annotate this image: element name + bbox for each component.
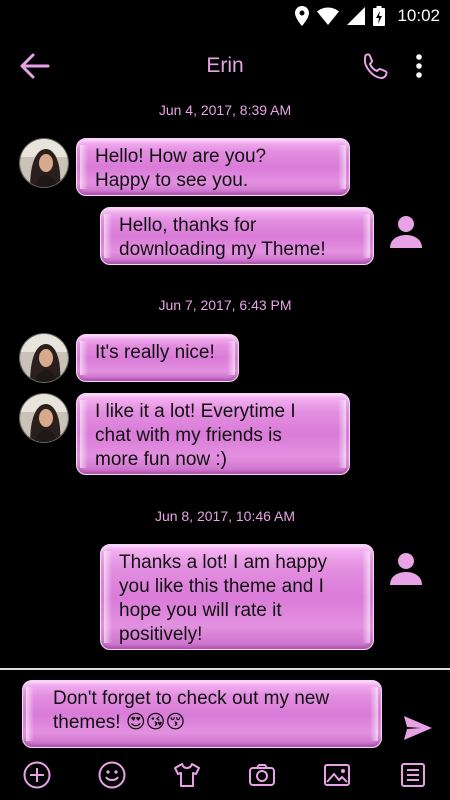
user-avatar-icon <box>390 216 422 248</box>
contact-photo-icon <box>20 394 68 442</box>
message-input-line: themes! 😍😘😚 <box>53 712 186 733</box>
cell-signal-icon <box>347 7 366 25</box>
contact-photo-icon <box>20 334 68 382</box>
contact-avatar[interactable] <box>19 333 69 383</box>
camera-icon[interactable] <box>247 760 277 790</box>
status-time: 10:02 <box>397 6 440 25</box>
contact-photo-icon <box>20 139 68 187</box>
phone-icon[interactable] <box>362 52 388 80</box>
status-bar: 10:02 <box>0 0 450 32</box>
contact-avatar[interactable] <box>19 138 69 188</box>
more-options-icon[interactable] <box>410 52 428 80</box>
date-separator: Jun 4, 2017, 8:39 AM <box>158 102 292 118</box>
send-icon[interactable] <box>402 714 434 742</box>
contact-avatar[interactable] <box>19 393 69 443</box>
gallery-icon[interactable] <box>322 760 352 790</box>
message-bubble-received[interactable]: I like it a lot! Everytime I chat with m… <box>76 393 350 475</box>
emoji-icon[interactable] <box>97 760 127 790</box>
user-avatar-icon <box>390 553 422 585</box>
date-separator: Jun 7, 2017, 6:43 PM <box>158 297 292 313</box>
message-line: downloading my Theme! <box>119 239 326 260</box>
message-bubble-sent[interactable]: Thanks a lot! I am happy you like this t… <box>100 544 374 650</box>
message-line: Thanks a lot! I am happy <box>119 552 328 573</box>
message-bubble-received[interactable]: It's really nice! <box>76 334 239 382</box>
battery-charging-icon <box>373 6 386 26</box>
message-line: It's really nice! <box>95 342 215 363</box>
theme-shirt-icon[interactable] <box>172 760 202 790</box>
message-line: Hello! How are you? <box>95 146 267 167</box>
add-icon[interactable] <box>22 760 52 790</box>
bottom-toolbar <box>0 756 450 796</box>
message-line: I like it a lot! Everytime I <box>95 401 296 422</box>
app-bar: Erin <box>0 32 450 100</box>
message-line: positively! <box>119 624 203 645</box>
message-input[interactable]: Don't forget to check out my new themes!… <box>22 680 382 748</box>
message-input-line: Don't forget to check out my new <box>53 688 330 709</box>
message-line: hope you will rate it <box>119 600 282 621</box>
location-icon <box>295 6 310 26</box>
message-line: chat with my friends is <box>95 425 282 446</box>
message-bubble-sent[interactable]: Hello, thanks for downloading my Theme! <box>100 207 374 265</box>
list-icon[interactable] <box>398 760 428 790</box>
message-line: Happy to see you. <box>95 170 249 191</box>
message-line: you like this theme and I <box>119 576 324 597</box>
message-bubble-received[interactable]: Hello! How are you? Happy to see you. <box>76 138 350 196</box>
message-line: more fun now :) <box>95 449 227 470</box>
date-separator: Jun 8, 2017, 10:46 AM <box>154 508 296 524</box>
message-line: Hello, thanks for <box>119 215 257 236</box>
wifi-icon <box>317 7 340 25</box>
composer-divider <box>0 668 450 670</box>
